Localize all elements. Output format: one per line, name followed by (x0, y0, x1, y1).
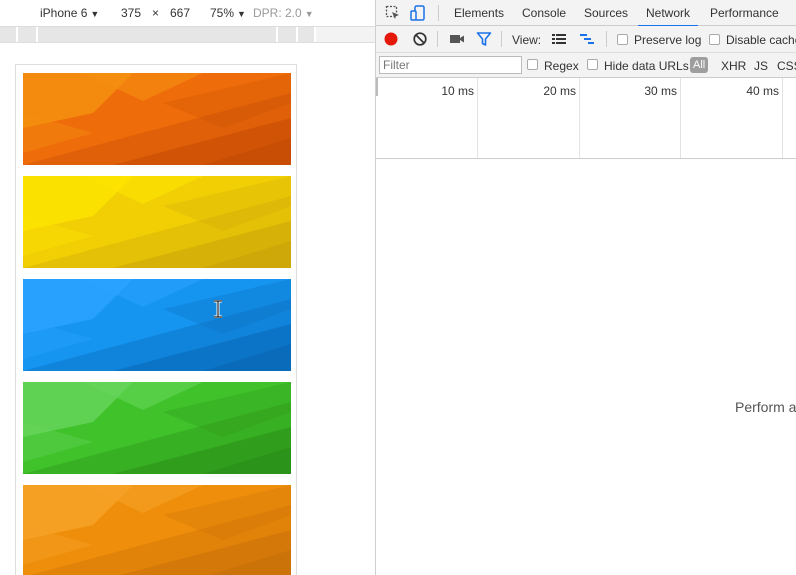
filter-type-css[interactable]: CSS (777, 59, 796, 73)
color-card-yellow (23, 176, 291, 268)
ruler-segment[interactable] (0, 27, 18, 42)
device-emulation-pane: iPhone 6 ▼ 375 × 667 75% ▼ DPR: 2.0 ▼ (0, 0, 375, 575)
empty-state-message: Perform a (735, 399, 796, 415)
disable-cache-label: Disable cache (726, 33, 796, 47)
filter-funnel-icon[interactable] (476, 31, 492, 47)
regex-checkbox[interactable] (527, 59, 538, 70)
ruler-segment[interactable] (278, 27, 298, 42)
dropdown-caret-icon: ▼ (304, 9, 314, 19)
timeline-tick: 20 ms (478, 78, 580, 158)
device-toolbar: iPhone 6 ▼ 375 × 667 75% ▼ DPR: 2.0 ▼ (0, 0, 375, 26)
filter-type-all[interactable]: All (690, 57, 709, 73)
preserve-log-label: Preserve log (634, 33, 702, 47)
timeline-overview[interactable]: 10 ms 20 ms 30 ms 40 ms (376, 78, 796, 159)
tab-console[interactable]: Console (522, 6, 566, 20)
tab-network-label: Network (646, 6, 691, 20)
timeline-tick-label: 10 ms (441, 84, 474, 98)
disable-cache-checkbox[interactable] (709, 34, 720, 45)
devtools-tabbar: Elements Console Sources Network Perform… (376, 0, 796, 27)
timeline-tick: 40 ms (681, 78, 783, 158)
devtools-panel: Elements Console Sources Network Perform… (376, 0, 796, 575)
timeline-tick: 10 ms (376, 78, 478, 158)
filter-input[interactable] (379, 56, 522, 74)
toolbar-separator (501, 31, 502, 47)
ruler-segment[interactable] (298, 27, 316, 42)
tab-performance[interactable]: Performance (710, 6, 779, 20)
dropdown-caret-icon: ▼ (237, 9, 246, 19)
record-icon[interactable] (383, 31, 399, 47)
large-rows-icon[interactable] (551, 31, 567, 47)
color-card-orange (23, 73, 291, 165)
screenshot-camera-icon[interactable] (449, 31, 465, 47)
low-poly-pattern (23, 73, 291, 165)
low-poly-pattern (23, 485, 291, 575)
waterfall-overview-icon[interactable] (579, 31, 595, 47)
low-poly-pattern (23, 176, 291, 268)
low-poly-pattern (23, 279, 291, 371)
tab-sources[interactable]: Sources (584, 6, 628, 20)
toolbar-separator (437, 31, 438, 47)
ruler-segment[interactable] (18, 27, 38, 42)
filter-type-js[interactable]: JS (754, 59, 768, 73)
timeline-tick-label: 30 ms (644, 84, 677, 98)
height-field[interactable]: 667 (170, 6, 190, 20)
network-toolbar: View: Preserve log Disable cache (376, 26, 796, 53)
inspect-element-icon[interactable] (385, 5, 401, 21)
timeline-tick: 30 ms (580, 78, 681, 158)
tab-elements[interactable]: Elements (454, 6, 504, 20)
hide-data-urls-checkbox[interactable] (587, 59, 598, 70)
preserve-log-checkbox[interactable] (617, 34, 628, 45)
timeline-tick-label: 40 ms (746, 84, 779, 98)
hide-data-urls-label: Hide data URLs (604, 59, 689, 73)
ruler-segment[interactable] (38, 27, 278, 42)
width-field[interactable]: 375 (121, 6, 141, 20)
dropdown-caret-icon: ▼ (90, 9, 100, 19)
timeline-tick-label: 20 ms (543, 84, 576, 98)
media-query-ruler[interactable] (0, 26, 375, 43)
color-card-amber (23, 485, 291, 575)
low-poly-pattern (23, 382, 291, 474)
dpr-select[interactable]: DPR: 2.0 ▼ (253, 6, 314, 20)
zoom-value: 75% (210, 6, 235, 20)
network-filter-bar: Regex Hide data URLs All XHR JS CSS (376, 53, 796, 78)
zoom-select[interactable]: 75% ▼ (210, 6, 246, 20)
color-card-green (23, 382, 291, 474)
clear-icon[interactable] (412, 31, 428, 47)
tabbar-separator (438, 5, 439, 21)
device-select[interactable]: iPhone 6 ▼ (40, 6, 99, 20)
tab-network[interactable]: Network (638, 6, 699, 27)
view-label: View: (512, 33, 542, 47)
color-card-blue (23, 279, 291, 371)
device-toolbar-toggle-icon[interactable] (410, 5, 426, 21)
dimension-separator: × (152, 6, 160, 20)
text-cursor-icon (214, 300, 222, 318)
dpr-value: DPR: 2.0 (253, 6, 302, 20)
regex-label: Regex (544, 59, 579, 73)
device-name: iPhone 6 (40, 6, 88, 20)
device-viewport (15, 64, 297, 575)
filter-type-xhr[interactable]: XHR (721, 59, 746, 73)
toolbar-separator (606, 31, 607, 47)
